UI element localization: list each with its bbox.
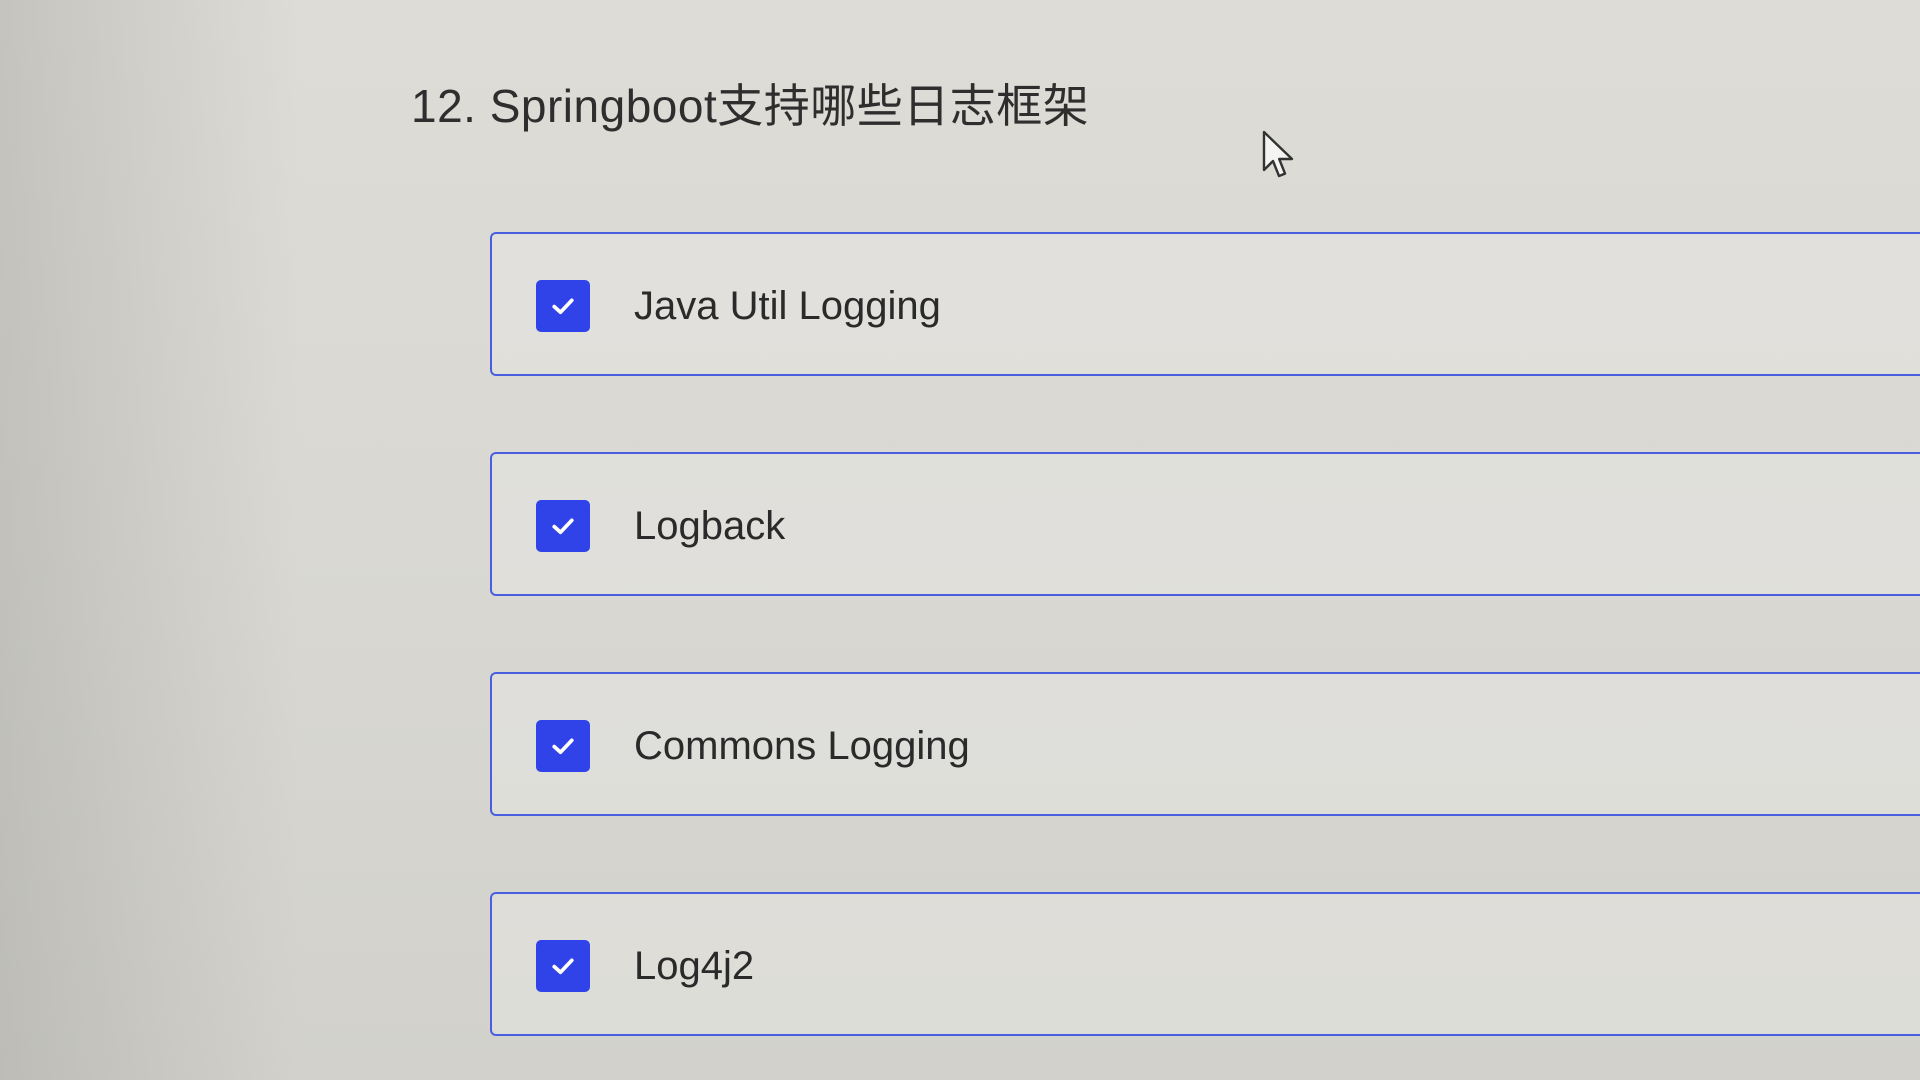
question-title: 12. Springboot支持哪些日志框架 [411, 80, 1090, 132]
check-icon [552, 298, 574, 315]
option-commons-logging[interactable]: Commons Logging [490, 672, 1920, 816]
option-label: Log4j2 [634, 944, 755, 988]
check-icon [552, 738, 574, 755]
option-logback[interactable]: Logback [490, 452, 1920, 596]
quiz-screen: 12. Springboot支持哪些日志框架 Java Util Logging… [0, 0, 1920, 1080]
checkbox-java-util-logging[interactable] [536, 280, 590, 332]
checkbox-commons-logging[interactable] [536, 720, 590, 772]
option-label: Logback [634, 504, 786, 548]
option-log4j2[interactable]: Log4j2 [490, 892, 1920, 1036]
check-icon [552, 518, 574, 535]
option-label: Java Util Logging [634, 284, 941, 328]
checkbox-log4j2[interactable] [536, 940, 590, 992]
option-label: Commons Logging [634, 724, 970, 768]
checkbox-logback[interactable] [536, 500, 590, 552]
options-list: Java Util Logging Logback Commons Loggin… [490, 232, 1920, 1080]
option-java-util-logging[interactable]: Java Util Logging [490, 232, 1920, 376]
check-icon [552, 958, 574, 975]
mouse-pointer-icon [1262, 130, 1294, 178]
